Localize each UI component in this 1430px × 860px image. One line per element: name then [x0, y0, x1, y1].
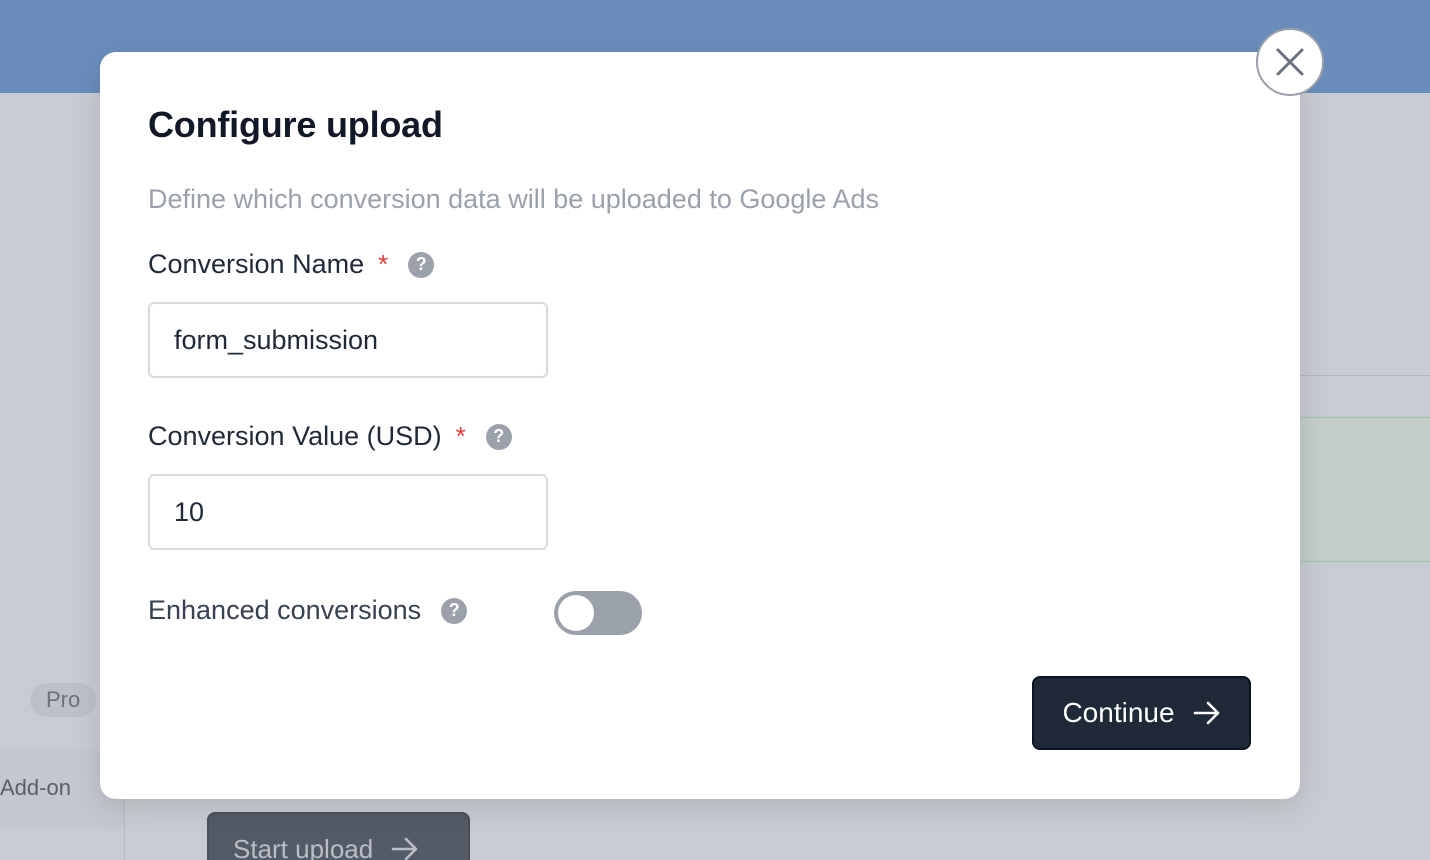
enhanced-conversions-label: Enhanced conversions	[148, 595, 422, 625]
background-divider	[1300, 375, 1430, 376]
close-icon	[1276, 48, 1304, 76]
enhanced-conversions-row: Enhanced conversions ?	[148, 595, 468, 626]
conversion-value-label: Conversion Value (USD)	[148, 421, 442, 451]
continue-label: Continue	[1062, 697, 1175, 728]
dialog-subtitle: Define which conversion data will be upl…	[148, 184, 879, 214]
conversion-value-input[interactable]	[148, 474, 548, 550]
pro-badge: Pro	[30, 683, 97, 717]
dialog-title: Configure upload	[148, 104, 443, 145]
help-icon[interactable]: ?	[441, 597, 468, 624]
arrow-right-icon	[391, 837, 418, 860]
start-upload-button: Start upload	[207, 812, 470, 860]
toggle-knob	[558, 595, 594, 631]
enhanced-conversions-toggle[interactable]	[554, 591, 642, 635]
conversion-name-input[interactable]	[148, 302, 548, 378]
conversion-name-label: Conversion Name	[148, 249, 365, 279]
required-asterisk: *	[378, 249, 389, 279]
configure-upload-dialog: Configure upload Define which conversion…	[100, 52, 1300, 799]
conversion-name-label-row: Conversion Name * ?	[148, 249, 435, 280]
addon-label: Add-on	[0, 775, 71, 800]
required-asterisk: *	[455, 421, 466, 451]
background-panel	[1300, 417, 1430, 562]
close-button[interactable]	[1256, 28, 1324, 96]
conversion-value-label-row: Conversion Value (USD) * ?	[148, 421, 512, 452]
help-icon[interactable]: ?	[485, 423, 512, 450]
continue-button[interactable]: Continue	[1032, 676, 1251, 750]
start-upload-label: Start upload	[233, 834, 374, 860]
arrow-right-icon	[1193, 701, 1219, 725]
help-icon[interactable]: ?	[408, 251, 435, 278]
